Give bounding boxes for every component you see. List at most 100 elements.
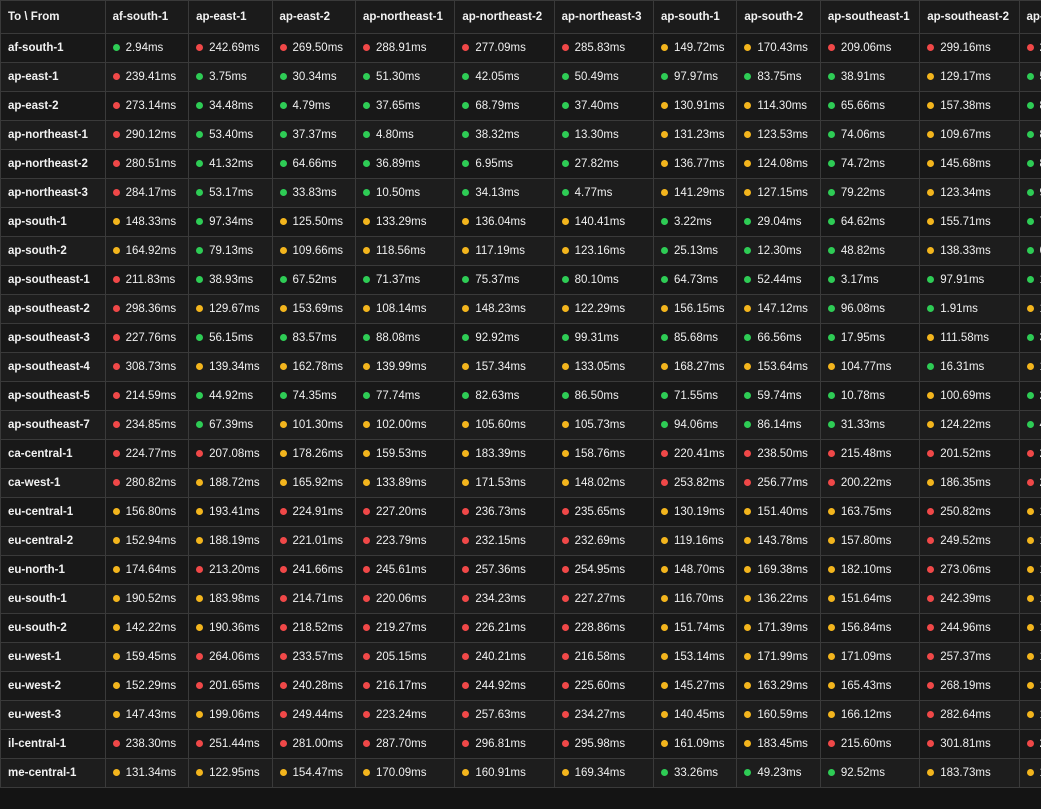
status-dot-icon xyxy=(827,624,835,632)
latency-cell: 256.77ms xyxy=(736,468,821,498)
latency-cell: 157.34ms xyxy=(454,352,555,382)
status-dot-icon xyxy=(827,276,835,284)
latency-cell: 171.39ms xyxy=(736,613,821,643)
row-header-ap-southeast-5: ap-southeast-5 xyxy=(0,381,106,411)
latency-cell: 164.92ms xyxy=(104,236,190,266)
latency-value-wrap: 167.85ms xyxy=(1026,593,1041,605)
row-header-ca-central-1: ca-central-1 xyxy=(0,439,106,469)
latency-value: 67.39ms xyxy=(209,418,254,431)
latency-value: 38.32ms xyxy=(475,128,520,141)
latency-value: 153.64ms xyxy=(757,360,808,373)
latency-value-wrap: 158.76ms xyxy=(561,448,625,460)
latency-value-wrap: 169.34ms xyxy=(561,766,626,779)
latency-value: 235.65ms xyxy=(574,505,626,518)
status-dot-icon xyxy=(1026,247,1034,255)
latency-value: 221.01ms xyxy=(292,534,344,547)
latency-cell: 234.27ms xyxy=(553,700,654,730)
latency-value-wrap: 157.80ms xyxy=(827,535,891,547)
latency-value: 116.70ms xyxy=(673,592,724,605)
latency-cell: 280.51ms xyxy=(104,149,190,179)
latency-value: 301.81ms xyxy=(940,737,991,750)
latency-value: 251.44ms xyxy=(209,737,260,750)
status-dot-icon xyxy=(112,653,120,661)
latency-cell: 216.17ms xyxy=(354,671,456,701)
latency-value: 37.37ms xyxy=(292,128,337,141)
latency-value: 142.22ms xyxy=(125,621,177,634)
latency-value-wrap: 92.52ms xyxy=(827,767,885,779)
latency-value: 190.36ms xyxy=(209,621,260,634)
latency-value: 280.82ms xyxy=(125,476,177,489)
status-dot-icon xyxy=(196,305,204,313)
latency-value-wrap: 49.06ms xyxy=(1026,419,1041,431)
latency-cell: 67.39ms xyxy=(188,410,273,440)
status-dot-icon xyxy=(112,218,120,226)
status-dot-icon xyxy=(279,624,287,632)
latency-cell: 104.77ms xyxy=(819,352,921,382)
table-row: ap-east-1 239.41ms 3.75ms 30.34ms 51.30ms 42.… xyxy=(0,62,1041,92)
status-dot-icon xyxy=(363,218,370,226)
latency-value: 157.34ms xyxy=(475,360,526,373)
latency-cell: 80.10ms xyxy=(553,265,654,295)
latency-value-wrap: 133.89ms xyxy=(363,477,427,489)
latency-cell: 37.37ms xyxy=(271,120,357,150)
latency-cell: 49.23ms xyxy=(736,758,821,788)
latency-value-wrap: 228.86ms xyxy=(561,622,625,634)
latency-value-wrap: 50.49ms xyxy=(561,70,619,83)
latency-value: 4.77ms xyxy=(574,186,613,199)
latency-value-wrap: 61.53ms xyxy=(1026,245,1041,257)
latency-matrix-table: To \ From af-south-1 ap-east-1 ap-east-2 ap… xyxy=(0,0,1041,788)
latency-cell: 67.52ms xyxy=(271,265,357,295)
status-dot-icon xyxy=(827,421,835,429)
latency-value-wrap: 214.71ms xyxy=(279,593,343,605)
status-dot-icon xyxy=(112,508,120,516)
status-dot-icon xyxy=(279,508,287,516)
table-row: me-central-1 131.34ms 122.95ms 154.47ms 170.… xyxy=(0,758,1041,788)
status-dot-icon xyxy=(196,102,204,110)
latency-cell: 298.36ms xyxy=(104,294,190,324)
latency-value: 139.99ms xyxy=(376,360,427,373)
status-dot-icon xyxy=(561,218,569,226)
latency-cell: 37.40ms xyxy=(553,91,654,121)
latency-cell: 148.02ms xyxy=(553,468,654,498)
latency-value-wrap: 148.02ms xyxy=(561,477,625,489)
row-header-ap-east-1: ap-east-1 xyxy=(0,62,106,92)
status-dot-icon xyxy=(744,131,752,139)
latency-cell: 4.79ms xyxy=(271,91,357,121)
latency-cell: 183.98ms xyxy=(188,584,273,614)
latency-value: 50.49ms xyxy=(574,70,619,83)
status-dot-icon xyxy=(112,421,120,429)
status-dot-icon xyxy=(561,624,569,632)
latency-cell: 26.66ms xyxy=(1018,381,1041,411)
latency-value-wrap: 74.35ms xyxy=(279,390,337,402)
status-dot-icon xyxy=(363,363,370,371)
status-dot-icon xyxy=(196,682,204,690)
latency-cell: 165.92ms xyxy=(271,468,357,498)
status-dot-icon xyxy=(827,363,835,371)
latency-value-wrap: 168.27ms xyxy=(660,361,724,373)
latency-value-wrap: 171.99ms xyxy=(744,651,808,663)
latency-value-wrap: 151.74ms xyxy=(660,622,724,634)
status-dot-icon xyxy=(927,740,935,748)
latency-cell: 268.19ms xyxy=(919,671,1020,701)
row-header-ap-southeast-1: ap-southeast-1 xyxy=(0,265,106,295)
status-dot-icon xyxy=(927,334,935,342)
latency-value: 169.34ms xyxy=(574,766,626,779)
status-dot-icon xyxy=(363,740,370,748)
latency-value: 29.04ms xyxy=(757,215,802,228)
latency-matrix-container[interactable]: To \ From af-south-1 ap-east-1 ap-east-2 ap… xyxy=(0,0,1041,809)
latency-cell: 214.59ms xyxy=(104,381,190,411)
latency-value-wrap: 165.43ms xyxy=(827,680,891,692)
status-dot-icon xyxy=(112,247,120,255)
table-row: ap-northeast-1 290.12ms 53.40ms 37.37ms 4.80… xyxy=(0,120,1041,150)
latency-cell: 199.06ms xyxy=(188,700,273,730)
latency-cell: 119.16ms xyxy=(652,526,738,556)
latency-value-wrap: 296.81ms xyxy=(462,738,526,750)
status-dot-icon xyxy=(279,44,287,52)
latency-cell: 163.29ms xyxy=(736,671,821,701)
latency-value-wrap: 13.30ms xyxy=(561,129,619,141)
latency-cell: 171.53ms xyxy=(454,468,555,498)
latency-value-wrap: 97.34ms xyxy=(196,216,253,228)
latency-cell: 130.91ms xyxy=(652,91,738,121)
status-dot-icon xyxy=(744,566,752,574)
status-dot-icon xyxy=(744,769,752,777)
